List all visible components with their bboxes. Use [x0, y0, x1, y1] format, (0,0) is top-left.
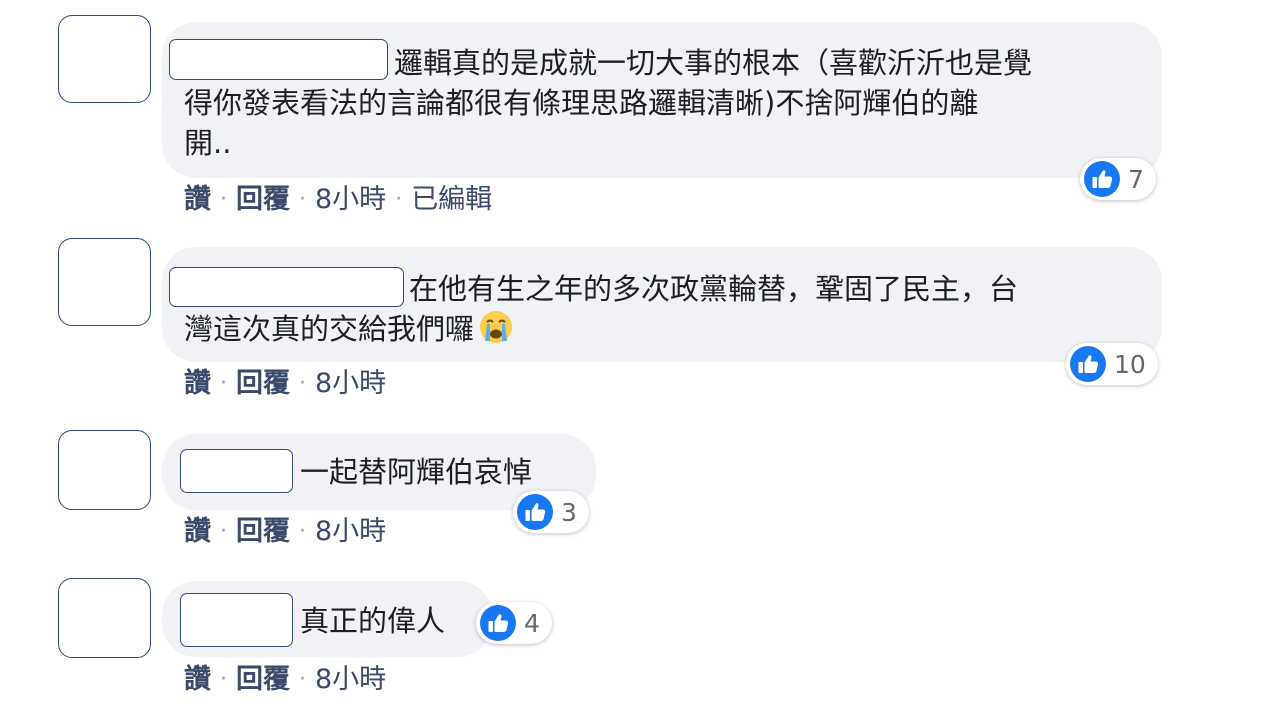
reaction-summary[interactable]: 4	[476, 602, 552, 644]
reaction-count: 10	[1114, 349, 1146, 379]
like-link[interactable]: 讚	[184, 366, 211, 402]
thumbs-up-icon	[1084, 161, 1120, 197]
reply-link[interactable]: 回覆	[236, 514, 290, 550]
comment-actions: 讚 · 回覆 · 8小時 · 已編輯	[184, 182, 492, 218]
thumbs-up-icon	[1070, 346, 1106, 382]
crying-face-emoji	[480, 311, 513, 343]
reply-link[interactable]: 回覆	[236, 366, 290, 402]
reaction-count: 4	[524, 608, 540, 638]
reaction-count: 3	[561, 497, 577, 527]
timestamp[interactable]: 8小時	[315, 182, 386, 218]
commenter-name[interactable]	[180, 593, 293, 647]
separator: ·	[299, 667, 306, 692]
separator: ·	[220, 667, 227, 692]
like-link[interactable]: 讚	[184, 662, 211, 698]
separator: ·	[220, 519, 227, 544]
reply-link[interactable]: 回覆	[236, 182, 290, 218]
reaction-summary[interactable]: 3	[513, 491, 589, 533]
separator: ·	[299, 519, 306, 544]
comment-bubble: 真正的偉人	[162, 581, 492, 657]
edited-label[interactable]: 已編輯	[411, 182, 492, 218]
comment-text-line-3: 開..	[184, 126, 232, 160]
commenter-name[interactable]	[180, 449, 293, 493]
commenter-name[interactable]	[169, 267, 404, 307]
reply-link[interactable]: 回覆	[236, 662, 290, 698]
separator: ·	[220, 371, 227, 396]
commenter-name[interactable]	[169, 39, 388, 80]
like-link[interactable]: 讚	[184, 182, 211, 218]
separator: ·	[299, 187, 306, 212]
avatar[interactable]	[58, 238, 151, 326]
avatar[interactable]	[58, 578, 151, 658]
avatar[interactable]	[58, 15, 151, 103]
separator: ·	[299, 371, 306, 396]
comment-bubble: 在他有生之年的多次政黨輪替，鞏固了民主，台 灣這次真的交給我們囉	[162, 247, 1162, 362]
timestamp[interactable]: 8小時	[315, 514, 386, 550]
comment-actions: 讚 · 回覆 · 8小時	[184, 662, 386, 698]
avatar[interactable]	[58, 430, 151, 510]
comment-actions: 讚 · 回覆 · 8小時	[184, 514, 386, 550]
separator: ·	[395, 187, 403, 212]
timestamp[interactable]: 8小時	[315, 662, 386, 698]
like-link[interactable]: 讚	[184, 514, 211, 550]
comment-text-line-2-content: 灣這次真的交給我們囉	[184, 312, 475, 346]
comment-text-line-2: 灣這次真的交給我們囉	[184, 309, 514, 349]
thumbs-up-icon	[517, 494, 553, 530]
comment-text-line-1: 真正的偉人	[300, 604, 446, 638]
reaction-summary[interactable]: 10	[1066, 343, 1158, 385]
comment-text-line-1: 在他有生之年的多次政黨輪替，鞏固了民主，台	[409, 272, 1019, 306]
thumbs-up-icon	[480, 605, 516, 641]
comment-text-line-1: 一起替阿輝伯哀悼	[300, 455, 533, 489]
comment-bubble: 邏輯真的是成就一切大事的根本（喜歡沂沂也是覺 得你發表看法的言論都很有條理思路邏…	[162, 22, 1162, 178]
comment-text-line-2: 得你發表看法的言論都很有條理思路邏輯清晰)不捨阿輝伯的離	[184, 86, 979, 120]
comment-actions: 讚 · 回覆 · 8小時	[184, 366, 386, 402]
reaction-summary[interactable]: 7	[1080, 158, 1156, 200]
separator: ·	[220, 187, 227, 212]
reaction-count: 7	[1128, 164, 1144, 194]
timestamp[interactable]: 8小時	[315, 366, 386, 402]
comment-text-line-1: 邏輯真的是成就一切大事的根本（喜歡沂沂也是覺	[394, 46, 1033, 80]
